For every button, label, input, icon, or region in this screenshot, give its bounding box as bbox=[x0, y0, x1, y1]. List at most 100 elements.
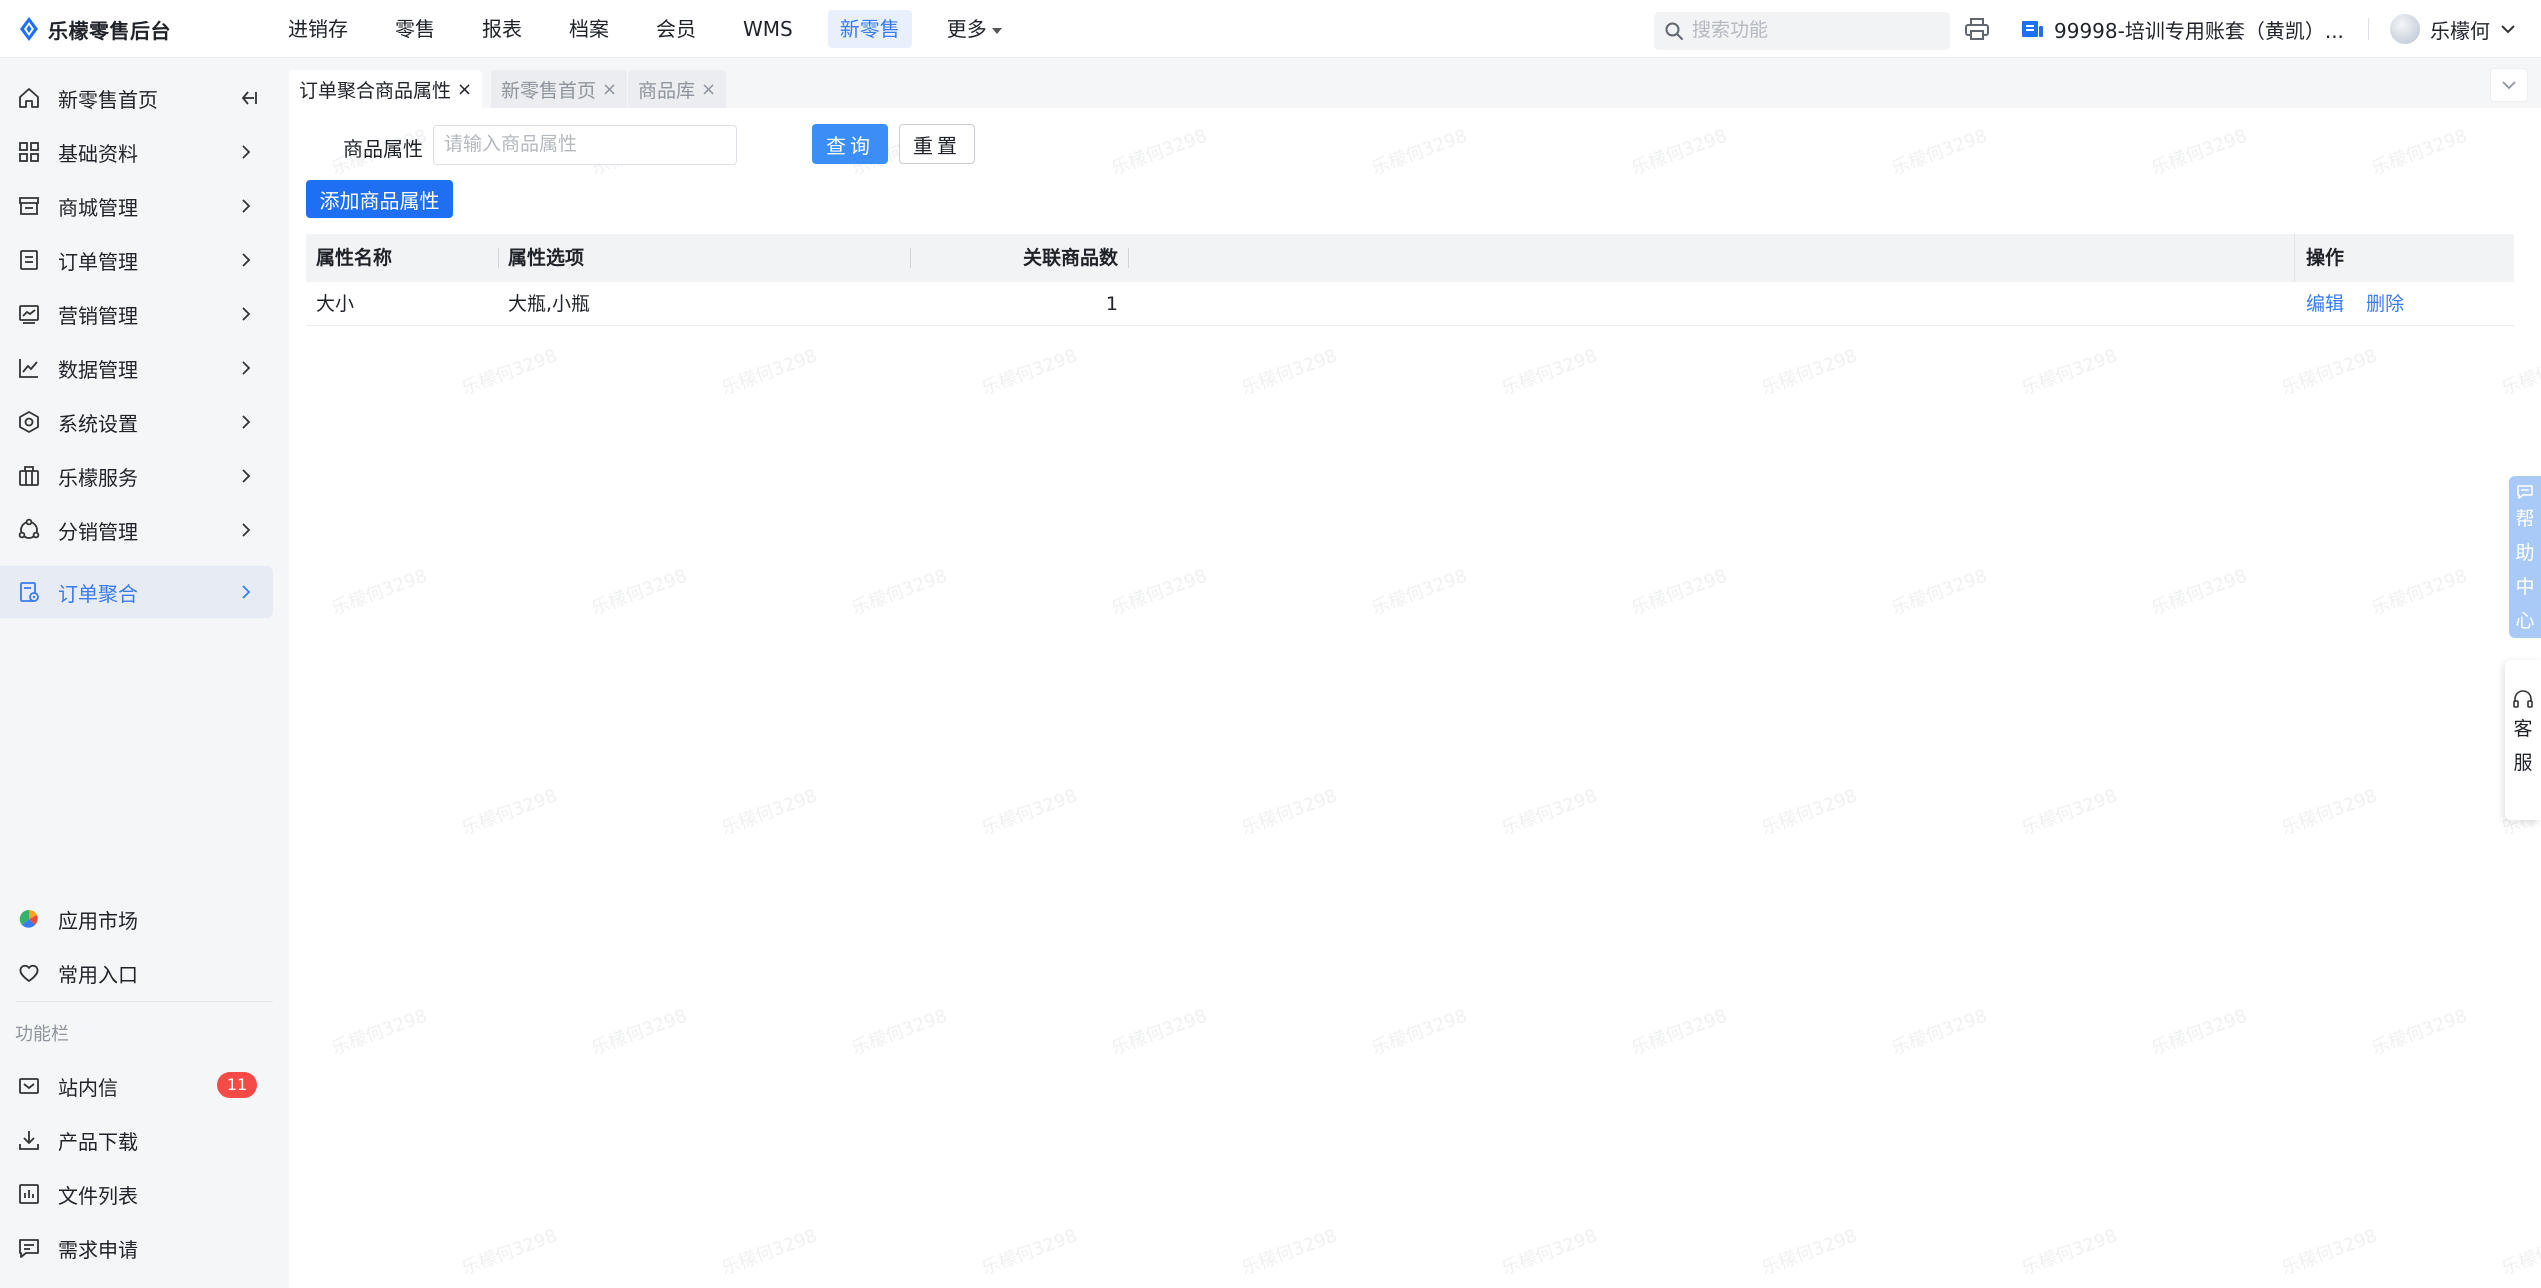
sidebar-item-product-download[interactable]: 产品下载 bbox=[0, 1114, 273, 1166]
sidebar-item-label: 基础资料 bbox=[58, 141, 138, 166]
close-icon[interactable]: × bbox=[701, 79, 716, 100]
watermark-text: 乐檬何3298 bbox=[1368, 125, 1470, 180]
watermark-text: 乐檬何3298 bbox=[458, 345, 560, 400]
customer-service-char: 客 bbox=[2513, 718, 2533, 740]
watermark-text: 乐檬何3298 bbox=[1498, 785, 1600, 840]
function-search-input[interactable] bbox=[1692, 20, 1932, 42]
sidebar-item-inbox[interactable]: 站内信 11 bbox=[0, 1060, 273, 1112]
close-icon[interactable]: × bbox=[602, 79, 617, 100]
account-switcher[interactable]: 99998-培训专用账套（黄凯）... bbox=[2020, 0, 2344, 58]
sidebar-item-marketing-management[interactable]: 营销管理 bbox=[0, 288, 273, 340]
sidebar-item-label: 营销管理 bbox=[58, 303, 138, 328]
sidebar-item-label: 站内信 bbox=[58, 1075, 118, 1100]
topnav-item-reports[interactable]: 报表 bbox=[470, 10, 534, 48]
watermark-text: 乐檬何3298 bbox=[2018, 1225, 2120, 1280]
watermark-text: 乐檬何3298 bbox=[1498, 345, 1600, 400]
logo-icon bbox=[20, 17, 38, 41]
briefcase-icon bbox=[19, 466, 39, 486]
tabs-dropdown-button[interactable] bbox=[2490, 68, 2528, 102]
sidebar-item-lemeng-service[interactable]: 乐檬服务 bbox=[0, 450, 273, 502]
sidebar-item-new-retail-home[interactable]: 新零售首页 bbox=[0, 72, 273, 124]
column-divider bbox=[2294, 234, 2295, 282]
sidebar-item-label: 订单管理 bbox=[58, 249, 138, 274]
watermark-text: 乐檬何3298 bbox=[2018, 345, 2120, 400]
sidebar-item-data-management[interactable]: 数据管理 bbox=[0, 342, 273, 394]
settings-icon bbox=[19, 411, 39, 433]
attribute-filter-input[interactable] bbox=[433, 125, 737, 165]
function-search[interactable] bbox=[1654, 12, 1950, 50]
sidebar-item-label: 订单聚合 bbox=[58, 581, 138, 606]
sidebar-item-label: 产品下载 bbox=[58, 1129, 138, 1154]
user-menu[interactable]: 乐檬何 bbox=[2390, 0, 2516, 58]
sidebar-item-requirement-request[interactable]: 需求申请 bbox=[0, 1222, 273, 1274]
sidebar-item-distribution-management[interactable]: 分销管理 bbox=[0, 504, 273, 556]
sidebar-item-mall-management[interactable]: 商城管理 bbox=[0, 180, 273, 232]
topnav-item-more[interactable]: 更多 bbox=[935, 10, 1014, 48]
watermark-text: 乐檬何3298 bbox=[718, 345, 820, 400]
watermark-text: 乐檬何3298 bbox=[1368, 1005, 1470, 1060]
watermark-text: 乐檬何3298 bbox=[1888, 125, 1990, 180]
help-center-button[interactable]: 帮 助 中 心 bbox=[2509, 476, 2541, 638]
topnav-item-retail[interactable]: 零售 bbox=[383, 10, 447, 48]
topnav-item-wms[interactable]: WMS bbox=[731, 10, 805, 48]
close-icon[interactable]: × bbox=[457, 79, 472, 100]
cell-attribute-options: 大瓶,小瓶 bbox=[508, 293, 591, 315]
file-list-icon bbox=[19, 1184, 39, 1204]
watermark-text: 乐檬何3298 bbox=[2148, 565, 2250, 620]
query-button[interactable]: 查询 bbox=[812, 124, 888, 164]
watermark-text: 乐檬何3298 bbox=[2018, 785, 2120, 840]
tab-label: 新零售首页 bbox=[501, 79, 597, 102]
column-resize-handle[interactable] bbox=[910, 248, 911, 268]
column-header-actions: 操作 bbox=[2306, 247, 2345, 269]
sidebar-item-app-market[interactable]: 应用市场 bbox=[0, 893, 273, 945]
chevron-right-icon bbox=[242, 585, 251, 599]
tab-new-retail-home[interactable]: 新零售首页 × bbox=[491, 70, 628, 108]
avatar bbox=[2390, 14, 2420, 44]
delete-link[interactable]: 删除 bbox=[2366, 293, 2404, 315]
help-center-char: 帮 bbox=[2515, 508, 2535, 530]
watermark-text: 乐檬何3298 bbox=[1238, 785, 1340, 840]
watermark-text: 乐檬何3298 bbox=[2498, 345, 2541, 400]
sidebar: 新零售首页 基础资料 商城管理 订单管理 营销管理 数据管理 系统设置 乐檬服务 bbox=[0, 58, 289, 1288]
sidebar-item-file-list[interactable]: 文件列表 bbox=[0, 1168, 273, 1220]
chevron-right-icon bbox=[242, 253, 251, 267]
watermark-text: 乐檬何3298 bbox=[1758, 345, 1860, 400]
printer-icon[interactable] bbox=[1964, 17, 1990, 41]
sidebar-item-order-management[interactable]: 订单管理 bbox=[0, 234, 273, 286]
customer-service-button[interactable]: 客 服 bbox=[2505, 660, 2541, 820]
topbar-divider bbox=[2368, 18, 2369, 40]
help-center-char: 助 bbox=[2515, 542, 2535, 564]
chevron-right-icon bbox=[242, 469, 251, 483]
collapse-sidebar-icon[interactable] bbox=[240, 88, 258, 108]
caret-down-icon bbox=[991, 27, 1002, 34]
chevron-right-icon bbox=[242, 199, 251, 213]
watermark-text: 乐檬何3298 bbox=[848, 565, 950, 620]
topnav-item-new-retail[interactable]: 新零售 bbox=[827, 10, 912, 48]
attribute-filter-label: 商品属性 bbox=[343, 137, 423, 161]
column-header-count: 关联商品数 bbox=[1022, 247, 1118, 269]
app-logo[interactable]: 乐檬零售后台 bbox=[18, 0, 171, 58]
tab-product-library[interactable]: 商品库 × bbox=[628, 70, 727, 108]
watermark-text: 乐檬何3298 bbox=[1108, 565, 1210, 620]
column-header-name: 属性名称 bbox=[316, 247, 393, 269]
column-resize-handle[interactable] bbox=[1128, 248, 1129, 268]
add-attribute-button[interactable]: 添加商品属性 bbox=[306, 180, 453, 218]
column-resize-handle[interactable] bbox=[498, 248, 499, 268]
sidebar-item-order-aggregation[interactable]: 订单聚合 bbox=[0, 566, 273, 618]
tab-order-aggregate-attributes[interactable]: 订单聚合商品属性 × bbox=[289, 70, 483, 108]
heart-icon bbox=[19, 964, 39, 982]
topnav-item-members[interactable]: 会员 bbox=[644, 10, 708, 48]
topnav-item-inventory[interactable]: 进销存 bbox=[276, 10, 360, 48]
page-tabs-bar: 订单聚合商品属性 × 新零售首页 × 商品库 × bbox=[289, 58, 2541, 108]
sidebar-item-basic-data[interactable]: 基础资料 bbox=[0, 126, 273, 178]
reset-button[interactable]: 重置 bbox=[899, 124, 975, 164]
watermark-text: 乐檬何3298 bbox=[718, 1225, 820, 1280]
sidebar-item-favorites[interactable]: 常用入口 bbox=[0, 947, 273, 999]
edit-link[interactable]: 编辑 bbox=[2306, 293, 2344, 315]
download-icon bbox=[19, 1131, 39, 1150]
marketing-icon bbox=[19, 305, 39, 324]
topnav-item-archives[interactable]: 档案 bbox=[557, 10, 621, 48]
watermark-text: 乐檬何3298 bbox=[1108, 1005, 1210, 1060]
sidebar-item-system-settings[interactable]: 系统设置 bbox=[0, 396, 273, 448]
watermark-text: 乐檬何3298 bbox=[1628, 565, 1730, 620]
